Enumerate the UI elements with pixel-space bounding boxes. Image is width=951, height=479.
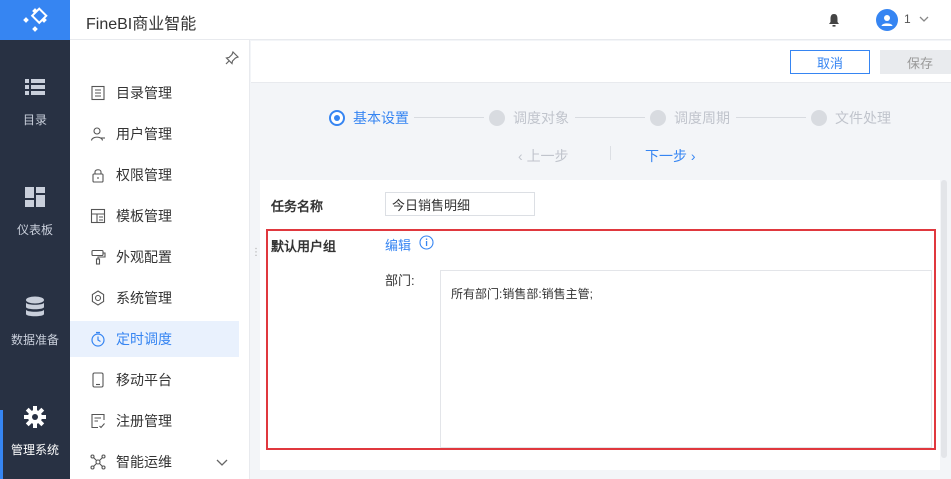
- chevron-down-icon[interactable]: [917, 12, 931, 26]
- step-connector: [736, 117, 806, 118]
- info-icon[interactable]: [419, 235, 434, 250]
- step-schedule-target[interactable]: 调度对象: [489, 108, 569, 128]
- nav-item-catalog[interactable]: 目录: [0, 40, 70, 150]
- menu-item-permissions[interactable]: 权限管理: [70, 157, 239, 193]
- gear-icon: [24, 406, 46, 428]
- menu-item-label: 移动平台: [116, 372, 172, 388]
- main-nav: 目录 仪表板 数据准备 管理系统: [0, 40, 70, 479]
- chevron-left-icon: ‹: [518, 148, 527, 164]
- next-step-label: 下一步: [645, 148, 687, 164]
- menu-item-mobile[interactable]: 移动平台: [70, 362, 239, 398]
- save-button[interactable]: 保存: [880, 50, 951, 74]
- menu-item-appearance[interactable]: 外观配置: [70, 239, 239, 275]
- mobile-icon: [92, 372, 104, 388]
- nav-item-admin[interactable]: 管理系统: [0, 370, 70, 479]
- step-pending-icon: [811, 110, 827, 126]
- user-icon: [90, 127, 105, 141]
- step-connector: [414, 117, 484, 118]
- nav-item-label: 仪表板: [16, 223, 53, 237]
- brush-icon: [91, 249, 106, 265]
- pin-icon[interactable]: [224, 50, 240, 66]
- nav-item-data-prep[interactable]: 数据准备: [0, 260, 70, 370]
- menu-item-ops[interactable]: 智能运维: [70, 444, 239, 479]
- step-file-handling[interactable]: 文件处理: [811, 108, 891, 128]
- step-pending-icon: [650, 110, 666, 126]
- edit-link[interactable]: 编辑: [385, 235, 411, 254]
- chevron-right-icon: ›: [687, 148, 696, 164]
- avatar[interactable]: [876, 9, 898, 31]
- nav-item-label: 数据准备: [10, 333, 59, 347]
- menu-item-register[interactable]: 注册管理: [70, 403, 239, 439]
- bell-icon[interactable]: [826, 12, 842, 28]
- menu-item-schedule[interactable]: 定时调度: [70, 321, 239, 357]
- scrollbar[interactable]: [941, 180, 947, 458]
- cancel-button[interactable]: 取消: [790, 50, 870, 74]
- task-name-input[interactable]: [385, 192, 535, 216]
- menu-item-templates[interactable]: 模板管理: [70, 198, 239, 234]
- step-label: 调度对象: [513, 110, 569, 126]
- nav-item-label: 管理系统: [10, 443, 59, 457]
- settings-icon: [91, 290, 105, 306]
- step-active-icon: [329, 110, 345, 126]
- nav-item-dashboard[interactable]: 仪表板: [0, 150, 70, 260]
- step-label: 基本设置: [353, 110, 409, 126]
- menu-item-users[interactable]: 用户管理: [70, 116, 239, 152]
- menu-item-label: 用户管理: [116, 126, 172, 142]
- clock-icon: [91, 331, 105, 347]
- step-connector: [575, 117, 645, 118]
- step-basic-settings[interactable]: 基本设置: [329, 108, 409, 128]
- dept-label: 部门:: [385, 273, 415, 288]
- splitter-handle[interactable]: ⋮⋮: [251, 248, 272, 268]
- next-step-button[interactable]: 下一步 ›: [645, 146, 696, 166]
- menu-item-system[interactable]: 系统管理: [70, 280, 239, 316]
- menu-item-label: 外观配置: [116, 249, 172, 265]
- list-icon: [24, 76, 46, 98]
- dashboard-icon: [24, 186, 46, 208]
- top-bar: FineBI商业智能 1: [0, 0, 951, 40]
- database-icon: [24, 296, 46, 318]
- menu-item-label: 系统管理: [116, 290, 172, 306]
- step-label: 调度周期: [674, 110, 730, 126]
- chevron-down-icon[interactable]: [215, 455, 229, 469]
- app-title: FineBI商业智能: [86, 16, 197, 33]
- menu-item-label: 智能运维: [116, 454, 172, 470]
- menu-item-label: 模板管理: [116, 208, 172, 224]
- logo-icon: [23, 7, 48, 32]
- user-name[interactable]: 1: [904, 12, 911, 26]
- menu-item-label: 权限管理: [116, 167, 172, 183]
- task-name-label: 任务名称: [271, 199, 324, 214]
- template-icon: [90, 208, 106, 224]
- step-pending-icon: [489, 110, 505, 126]
- action-toolbar: 取消 保存: [251, 41, 951, 83]
- step-label: 文件处理: [835, 110, 891, 126]
- step-schedule-period[interactable]: 调度周期: [650, 108, 730, 128]
- dept-textarea[interactable]: 所有部门:销售部:销售主管;: [440, 270, 932, 448]
- default-group-label: 默认用户组: [271, 239, 337, 254]
- lock-icon: [92, 169, 104, 183]
- menu-item-label: 注册管理: [116, 413, 172, 429]
- prev-step-label: 上一步: [526, 148, 569, 164]
- nav-item-label: 目录: [22, 113, 47, 127]
- user-icon: [881, 15, 893, 26]
- admin-submenu: 目录管理 用户管理 权限管理 模板管理 外观配置 系统管理 定时调度 移动平台 …: [70, 40, 250, 479]
- catalog-icon: [91, 85, 105, 101]
- menu-item-label: 定时调度: [116, 331, 172, 347]
- menu-item-catalog[interactable]: 目录管理: [70, 75, 239, 111]
- register-icon: [91, 413, 105, 429]
- menu-item-label: 目录管理: [116, 85, 172, 101]
- network-icon: [90, 454, 106, 470]
- prev-step-button[interactable]: ‹ 上一步: [518, 146, 569, 166]
- app-logo[interactable]: [0, 0, 70, 40]
- divider: [610, 146, 611, 160]
